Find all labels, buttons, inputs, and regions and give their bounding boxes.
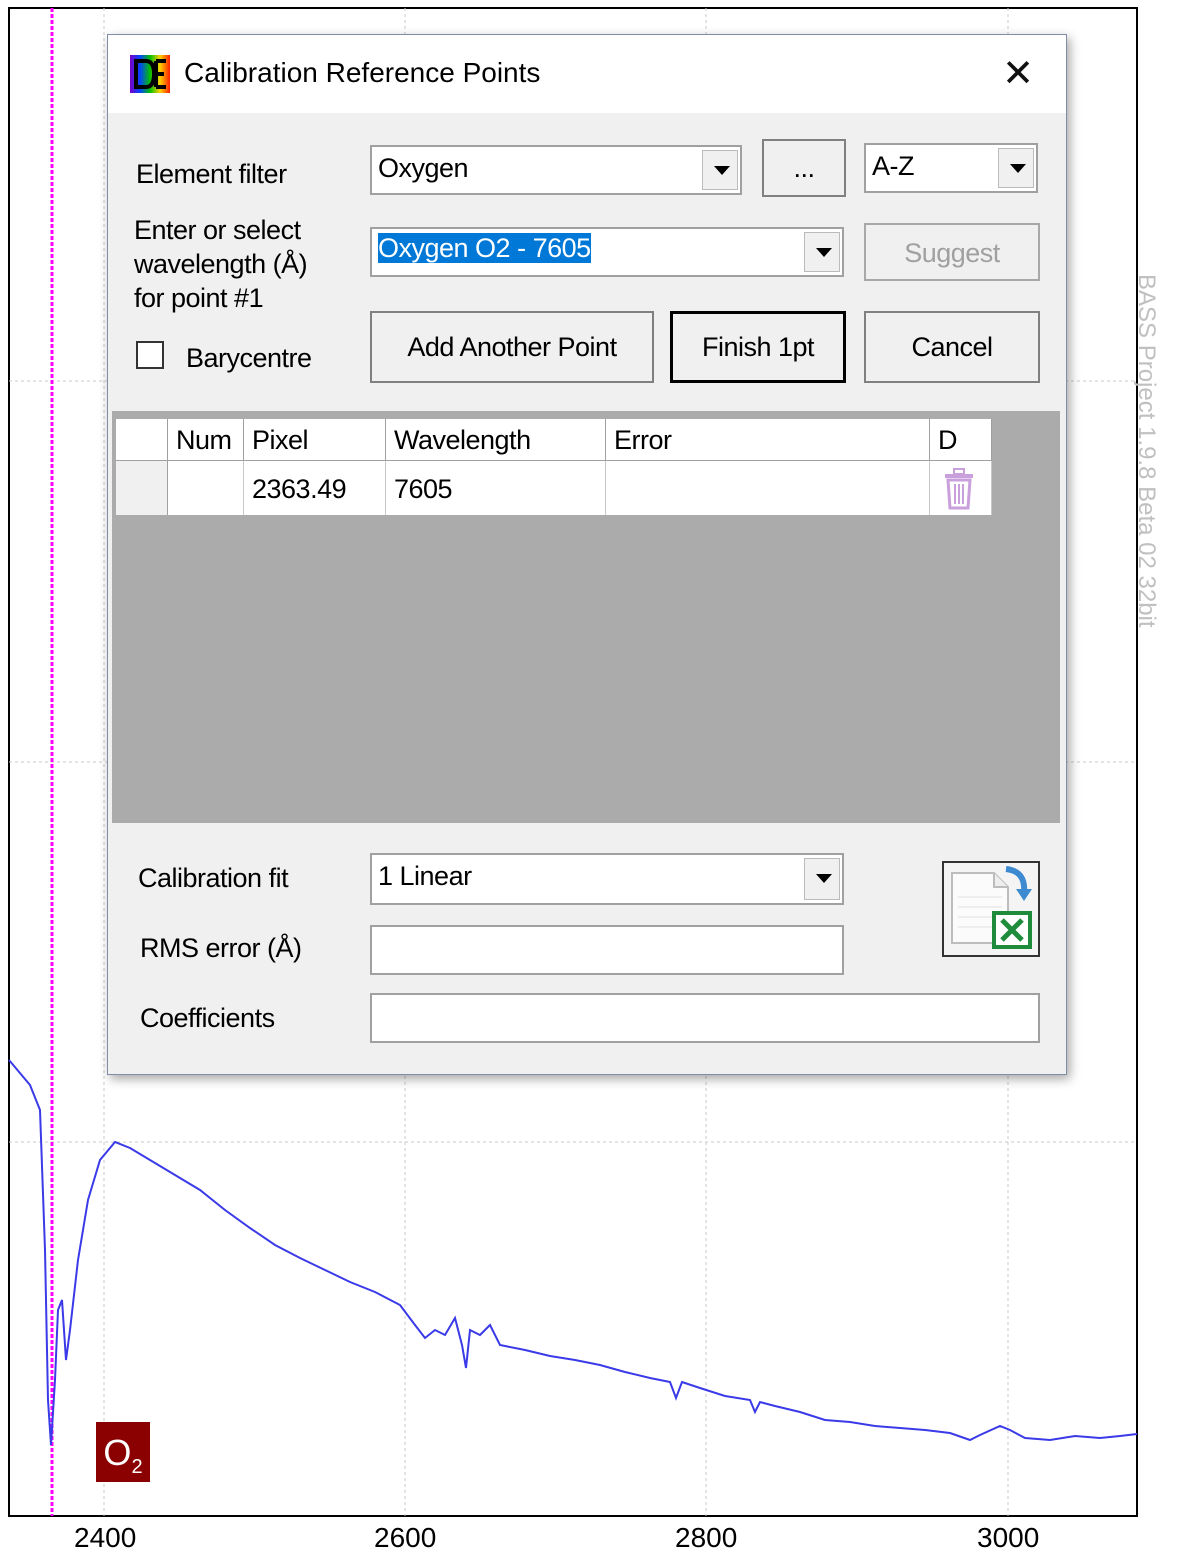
barycentre-checkbox[interactable] [136,341,164,369]
rms-error-field[interactable] [370,925,844,975]
o2-marker-subscript: 2 [131,1456,143,1479]
row-header-corner [116,419,168,461]
title-bar[interactable]: Calibration Reference Points ✕ [108,35,1066,113]
column-header-delete[interactable]: D [930,419,992,461]
points-table: Num Pixel Wavelength Error D 1 2363.49 7… [112,411,1060,823]
calibration-dialog: Calibration Reference Points ✕ Element f… [107,34,1067,1075]
x-tick-label: 3000 [977,1522,1040,1553]
table-cell-error[interactable] [606,461,930,515]
column-header-pixel[interactable]: Pixel [244,419,386,461]
column-header-num[interactable]: Num [168,419,244,461]
wavelength-value: Oxygen O2 - 7605 [378,233,591,263]
trash-icon[interactable] [942,467,976,511]
x-tick-label: 2600 [374,1522,437,1553]
add-another-point-button[interactable]: Add Another Point [370,311,654,383]
chevron-down-icon[interactable] [702,150,738,190]
coefficients-label: Coefficients [140,1003,275,1033]
element-filter-label: Element filter [136,159,287,189]
table-cell-wavelength[interactable]: 7605 [386,461,606,515]
suggest-button[interactable]: Suggest [864,223,1040,281]
sort-select[interactable]: A-Z [864,143,1038,193]
browse-button[interactable]: ... [762,139,846,197]
column-header-error[interactable]: Error [606,419,930,461]
dialog-title: Calibration Reference Points [184,57,541,88]
calibration-fit-value: 1 Linear [378,861,472,891]
excel-export-icon [951,866,1032,949]
rms-error-label: RMS error (Å) [140,933,302,963]
watermark: BASS Project 1.9.8 Beta 02 32bit [1133,274,1160,628]
chevron-down-icon[interactable] [804,858,840,900]
wavelength-label-line2: wavelength (Å) [134,249,308,279]
o2-marker-label: O2 [96,1422,150,1482]
chevron-down-icon[interactable] [998,148,1034,188]
sort-value: A-Z [872,151,915,181]
x-tick-label: 2800 [675,1522,738,1553]
row-header[interactable] [116,461,168,515]
table-cell-pixel[interactable]: 2363.49 [244,461,386,515]
close-icon[interactable]: ✕ [988,45,1048,103]
finish-button[interactable]: Finish 1pt [670,311,846,383]
table-cell-delete[interactable] [930,461,992,515]
app-icon [130,55,170,93]
chevron-down-icon[interactable] [804,232,840,272]
element-filter-select[interactable]: Oxygen [370,145,742,195]
wavelength-label-line3: for point #1 [134,283,264,313]
calibration-fit-select[interactable]: 1 Linear [370,853,844,905]
export-excel-button[interactable] [942,861,1040,957]
barycentre-label: Barycentre [186,343,312,373]
wavelength-input[interactable]: Oxygen O2 - 7605 [370,227,844,277]
wavelength-label-line1: Enter or select [134,215,301,245]
table-cell-num[interactable]: 1 [168,461,244,515]
cancel-button[interactable]: Cancel [864,311,1040,383]
o2-marker-text: O [103,1432,132,1473]
element-filter-value: Oxygen [378,153,469,183]
calibration-fit-label: Calibration fit [138,863,289,893]
coefficients-field[interactable] [370,993,1040,1043]
x-tick-label: 2400 [74,1522,137,1553]
column-header-wavelength[interactable]: Wavelength [386,419,606,461]
